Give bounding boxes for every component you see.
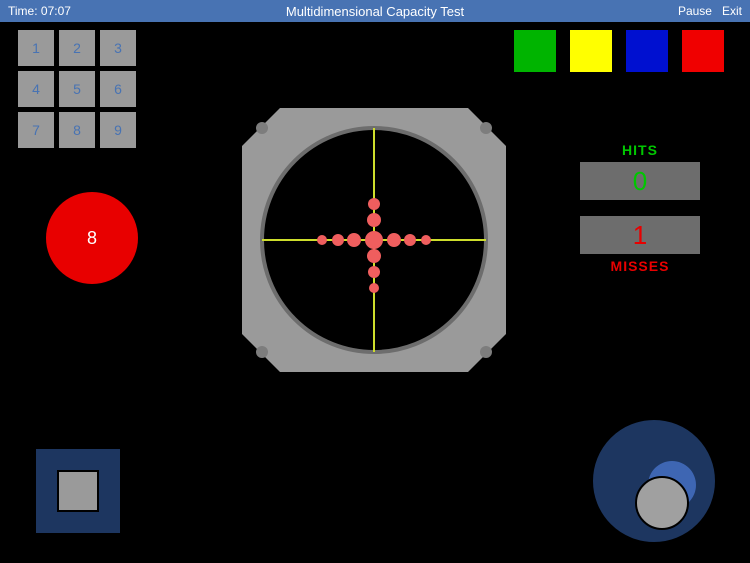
target-dot: [387, 233, 401, 247]
key-7[interactable]: 7: [18, 112, 54, 148]
color-blue[interactable]: [626, 30, 668, 72]
key-8[interactable]: 8: [59, 112, 95, 148]
time-label: Time: 07:07: [8, 4, 71, 18]
key-3[interactable]: 3: [100, 30, 136, 66]
hits-label: HITS: [580, 142, 700, 158]
color-red[interactable]: [682, 30, 724, 72]
score-panel: HITS 0 1 MISSES: [580, 142, 700, 274]
target-dot: [347, 233, 361, 247]
color-green[interactable]: [514, 30, 556, 72]
key-6[interactable]: 6: [100, 71, 136, 107]
target-dot: [367, 213, 381, 227]
key-9[interactable]: 9: [100, 112, 136, 148]
key-5[interactable]: 5: [59, 71, 95, 107]
crosshair-panel[interactable]: [242, 108, 506, 372]
square-icon: [57, 470, 99, 512]
key-1[interactable]: 1: [18, 30, 54, 66]
joystick[interactable]: [590, 417, 718, 545]
target-dot: [332, 234, 344, 246]
bolt-icon: [480, 122, 492, 134]
misses-label: MISSES: [580, 258, 700, 274]
game-stage: 1 2 3 4 5 6 7 8 9 8 HITS 0 1 MISSES: [0, 22, 750, 563]
target-dot: [365, 231, 383, 249]
red-number-value: 8: [87, 228, 97, 249]
key-2[interactable]: 2: [59, 30, 95, 66]
square-button[interactable]: [36, 449, 120, 533]
joystick-knob: [636, 477, 688, 529]
red-number-indicator: 8: [46, 192, 138, 284]
bolt-icon: [256, 122, 268, 134]
target-dot: [368, 198, 380, 210]
key-4[interactable]: 4: [18, 71, 54, 107]
pause-button[interactable]: Pause: [678, 4, 712, 18]
hits-value: 0: [633, 166, 647, 197]
target-dot: [404, 234, 416, 246]
bolt-icon: [256, 346, 268, 358]
target-dot: [369, 283, 379, 293]
target-dot: [367, 249, 381, 263]
app-title: Multidimensional Capacity Test: [0, 4, 750, 19]
exit-button[interactable]: Exit: [722, 4, 742, 18]
target-dot: [368, 266, 380, 278]
color-buttons: [514, 30, 724, 72]
header-bar: Time: 07:07 Multidimensional Capacity Te…: [0, 0, 750, 22]
bolt-icon: [480, 346, 492, 358]
numeric-keypad: 1 2 3 4 5 6 7 8 9: [18, 30, 136, 148]
color-yellow[interactable]: [570, 30, 612, 72]
header-actions: Pause Exit: [678, 4, 742, 18]
target-dot: [317, 235, 327, 245]
target-dot: [421, 235, 431, 245]
misses-value: 1: [633, 220, 647, 251]
